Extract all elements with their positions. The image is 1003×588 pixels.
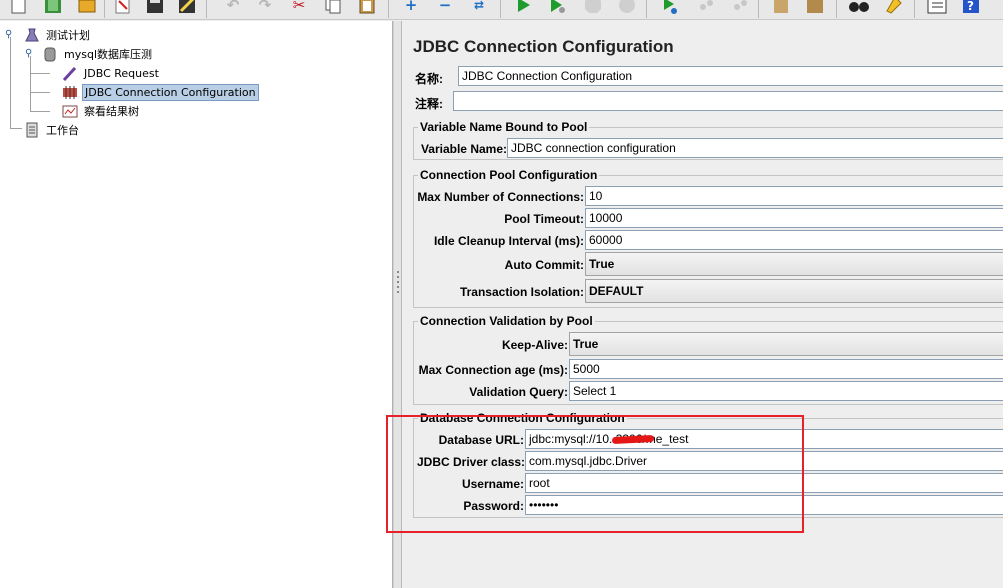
function-helper-icon[interactable] — [924, 0, 950, 18]
undo-icon[interactable]: ↶ — [220, 0, 246, 18]
start-icon[interactable] — [510, 0, 536, 18]
remote-shutdown-icon[interactable] — [726, 0, 752, 18]
start-no-pause-icon[interactable] — [544, 0, 570, 18]
listener-icon — [62, 105, 78, 118]
test-plan-icon — [25, 28, 39, 42]
tree-item-label: JDBC Connection Configuration — [82, 83, 259, 101]
test-plan-tree[interactable]: ⚲ ⚲ 测试计划 mysql数据库压测 JDBC Request JDBC Co… — [0, 21, 393, 588]
remote-start-icon[interactable] — [656, 0, 682, 18]
auto-commit-select[interactable]: True — [585, 252, 1003, 276]
validation-query-label: Validation Query: — [469, 385, 568, 399]
templates-icon[interactable] — [40, 0, 66, 18]
jdbc-request-icon — [62, 66, 77, 81]
transaction-isolation-select[interactable]: DEFAULT — [585, 279, 1003, 303]
copy-icon[interactable] — [320, 0, 346, 18]
validation-group-title: Connection Validation by Pool — [418, 314, 595, 328]
clear-icon[interactable] — [768, 0, 794, 18]
save-as-icon[interactable] — [174, 0, 200, 18]
paste-icon[interactable] — [354, 0, 380, 18]
collapse-icon[interactable]: − — [432, 0, 458, 18]
clear-all-icon[interactable] — [802, 0, 828, 18]
search-icon[interactable] — [846, 0, 872, 18]
tree-item-label: 察看结果树 — [84, 105, 139, 118]
tree-item-test-plan[interactable]: 测试计划 — [24, 26, 92, 44]
toggle-icon[interactable]: ⇄ — [466, 0, 492, 18]
tree-item-label: 工作台 — [46, 124, 79, 137]
stop-icon[interactable] — [580, 0, 606, 18]
open-icon[interactable] — [74, 0, 100, 18]
auto-commit-label: Auto Commit: — [504, 258, 584, 272]
validation-query-field[interactable]: Select 1 — [569, 381, 1003, 401]
page-title: JDBC Connection Configuration — [413, 37, 674, 56]
close-icon[interactable] — [110, 0, 136, 18]
max-connection-age-field[interactable]: 5000 — [569, 359, 1003, 379]
variable-name-label: Variable Name: — [420, 142, 507, 156]
pool-timeout-field[interactable]: 10000 — [585, 208, 1003, 228]
workbench-icon — [26, 122, 38, 138]
name-field[interactable]: JDBC Connection Configuration — [458, 66, 1003, 86]
max-connection-age-label: Max Connection age (ms): — [418, 363, 568, 377]
svg-text:?: ? — [967, 0, 974, 13]
highlight-box — [386, 415, 804, 533]
tree-item-label: mysql数据库压测 — [64, 48, 152, 61]
tree-item-label: JDBC Request — [84, 66, 159, 80]
config-element-icon — [63, 86, 77, 99]
keep-alive-label: Keep-Alive: — [501, 338, 568, 352]
tree-item-jdbc-connection-configuration[interactable]: JDBC Connection Configuration — [62, 83, 259, 101]
shutdown-icon[interactable] — [614, 0, 640, 18]
transaction-isolation-label: Transaction Isolation: — [459, 285, 584, 299]
idle-cleanup-label: Idle Cleanup Interval (ms): — [433, 234, 584, 248]
variable-name-field[interactable]: JDBC connection configuration — [507, 138, 1003, 158]
tree-item-view-results-tree[interactable]: 察看结果树 — [62, 102, 141, 120]
new-icon[interactable] — [6, 0, 32, 18]
comment-label: 注释: — [415, 97, 443, 111]
cut-icon[interactable]: ✂ — [286, 0, 312, 18]
pool-group-title: Connection Pool Configuration — [418, 168, 600, 182]
expand-icon[interactable]: + — [398, 0, 424, 18]
idle-cleanup-field[interactable]: 60000 — [585, 230, 1003, 250]
tree-item-workbench[interactable]: 工作台 — [24, 121, 81, 139]
tree-item-jdbc-request[interactable]: JDBC Request — [62, 64, 161, 82]
keep-alive-select[interactable]: True — [569, 332, 1003, 356]
variable-group-title: Variable Name Bound to Pool — [418, 120, 590, 134]
thread-group-icon — [44, 47, 56, 62]
pool-timeout-label: Pool Timeout: — [504, 212, 584, 226]
redo-icon[interactable]: ↷ — [252, 0, 278, 18]
comment-field[interactable] — [453, 91, 1003, 111]
tree-toggle-icon[interactable]: ⚲ — [5, 30, 15, 40]
toolbar: ↶ ↷ ✂ + − ⇄ ? — [0, 0, 1003, 20]
reset-search-icon[interactable] — [880, 0, 906, 18]
tree-item-label: 测试计划 — [46, 29, 90, 42]
max-connections-field[interactable]: 10 — [585, 186, 1003, 206]
remote-stop-icon[interactable] — [692, 0, 718, 18]
name-label: 名称: — [415, 72, 443, 86]
tree-item-thread-group[interactable]: mysql数据库压测 — [42, 45, 154, 63]
tree-toggle-icon[interactable]: ⚲ — [25, 49, 35, 59]
max-connections-label: Max Number of Connections: — [417, 190, 584, 204]
save-icon[interactable] — [142, 0, 168, 18]
help-icon[interactable]: ? — [958, 0, 984, 18]
